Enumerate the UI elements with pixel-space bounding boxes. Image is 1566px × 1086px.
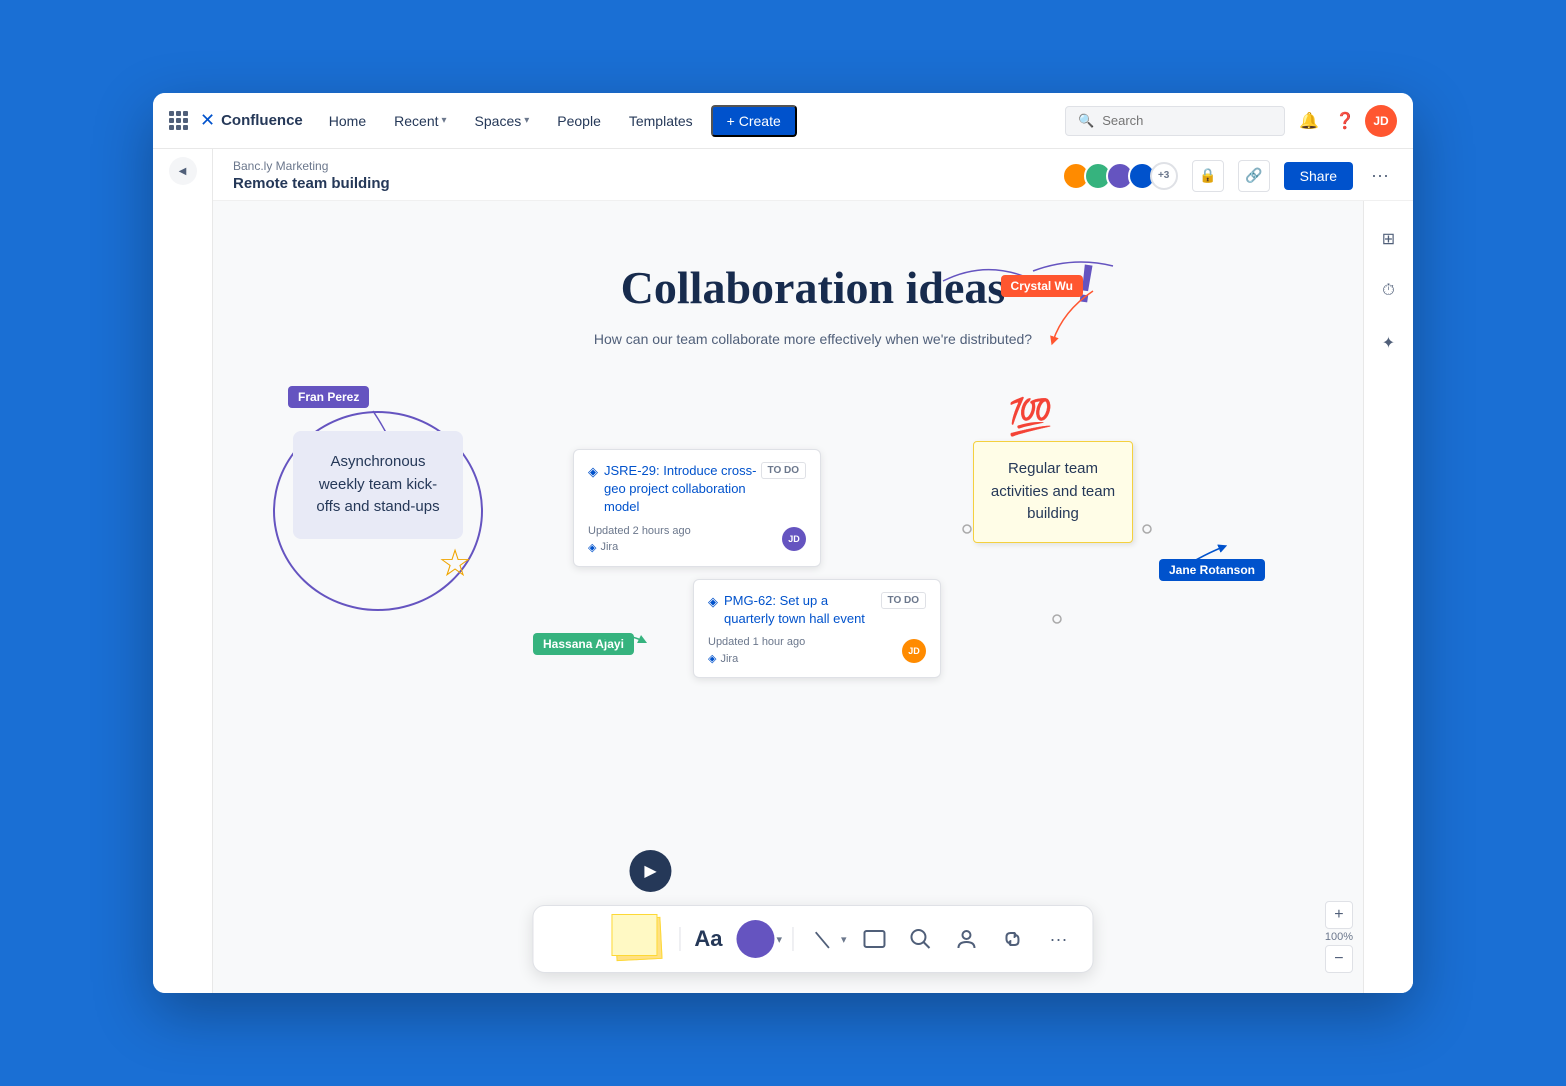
zoom-in-button[interactable]: +	[1325, 901, 1353, 929]
whiteboard-subtitle: How can our team collaborate more effect…	[594, 331, 1032, 347]
page-header: Banc.ly Marketing Remote team building +…	[213, 149, 1413, 201]
zoom-out-button[interactable]: −	[1325, 945, 1353, 973]
zoom-controls: + 100% −	[1325, 901, 1353, 973]
rectangle-icon	[864, 930, 886, 948]
text-tool[interactable]: Aa	[690, 921, 726, 957]
bottom-toolbar: ▶ Aa ▾	[532, 905, 1093, 973]
lock-icon-button[interactable]: 🔒	[1192, 160, 1224, 192]
confluence-logo-icon: ✕	[200, 110, 215, 131]
jira-source-icon-2: ◈	[708, 652, 716, 665]
color-circle[interactable]	[736, 920, 774, 958]
help-icon[interactable]: ❓	[1329, 105, 1361, 137]
nav-people[interactable]: People	[547, 107, 611, 135]
grid-menu-icon[interactable]	[169, 111, 188, 130]
jira-card-2[interactable]: ◈ PMG-62: Set up a quarterly town hall e…	[693, 579, 941, 678]
confluence-logo-text: Confluence	[221, 112, 303, 129]
star-decoration: ☆	[438, 541, 472, 586]
collab-extra-count: +3	[1150, 162, 1178, 190]
fran-perez-label: Fran Perez	[288, 386, 369, 408]
zoom-level-label: 100%	[1325, 931, 1353, 943]
jira-source-icon-1: ◈	[588, 541, 596, 554]
sidebar-toggle-button[interactable]: ◀	[169, 157, 197, 185]
shape-dropdown-arrow[interactable]: ▾	[776, 933, 782, 946]
right-sidebar: ⊞ ⏱ ✦	[1363, 201, 1413, 993]
toolbar-divider-2	[792, 927, 793, 951]
jira-card-1-avatar: JD	[782, 527, 806, 551]
jira-icon-2: ◈	[708, 593, 718, 628]
sparkle-icon-button[interactable]: ✦	[1371, 325, 1407, 361]
sticky-notes-tool[interactable]	[605, 914, 665, 964]
nav-icons-group: 🔔 ❓ JD	[1293, 105, 1397, 137]
rectangle-tool[interactable]	[857, 921, 893, 957]
timer-icon-button[interactable]: ⏱	[1371, 273, 1407, 309]
line-tool[interactable]: | ▾	[803, 921, 847, 957]
blue-sticky-note[interactable]: Asynchronous weekly team kick-offs and s…	[293, 431, 463, 539]
search-canvas-icon	[910, 928, 932, 950]
shape-fill-tool[interactable]: ▾	[736, 920, 782, 958]
whiteboard-title: Collaboration ideas	[621, 261, 1006, 314]
line-icon: |	[796, 914, 847, 965]
toolbar-divider-1	[679, 927, 680, 951]
jira-card-2-avatar: JD	[902, 639, 926, 663]
yellow-sticky-note[interactable]: Regular team activities and team buildin…	[973, 441, 1133, 543]
left-sidebar: ◀	[153, 149, 213, 993]
page-area: Banc.ly Marketing Remote team building +…	[213, 149, 1413, 993]
play-button[interactable]: ▶	[629, 850, 671, 892]
nav-templates[interactable]: Templates	[619, 107, 703, 135]
search-tool[interactable]	[903, 921, 939, 957]
app-window: ✕ Confluence Home Recent ▾ Spaces ▾ Peop…	[153, 93, 1413, 993]
create-button[interactable]: + Create	[711, 105, 797, 137]
collaborators-group: +3	[1062, 162, 1178, 190]
page-title: Remote team building	[233, 175, 390, 192]
table-icon-button[interactable]: ⊞	[1371, 221, 1407, 257]
nav-home[interactable]: Home	[319, 107, 376, 135]
breadcrumb-parent[interactable]: Banc.ly Marketing	[233, 159, 390, 173]
crystal-wu-label: Crystal Wu	[1001, 275, 1083, 297]
link-tool[interactable]	[995, 921, 1031, 957]
nav-recent[interactable]: Recent ▾	[384, 107, 456, 135]
content-area: ◀ Banc.ly Marketing Remote team building…	[153, 149, 1413, 993]
search-input[interactable]	[1102, 113, 1272, 128]
navbar: ✕ Confluence Home Recent ▾ Spaces ▾ Peop…	[153, 93, 1413, 149]
whiteboard-canvas[interactable]: Collaboration ideas ! How can our team c…	[213, 201, 1413, 993]
text-aa-label: Aa	[694, 926, 722, 952]
avatar-tool[interactable]	[949, 921, 985, 957]
jira-card-1[interactable]: ◈ JSRE-29: Introduce cross-geo project c…	[573, 449, 821, 567]
person-icon	[956, 928, 978, 950]
confluence-logo[interactable]: ✕ Confluence	[200, 110, 303, 131]
more-options-button[interactable]: ···	[1367, 161, 1393, 190]
jira-icon-1: ◈	[588, 463, 598, 517]
user-avatar-nav[interactable]: JD	[1365, 105, 1397, 137]
more-tools-button[interactable]: ···	[1041, 921, 1077, 957]
spaces-dropdown-icon: ▾	[524, 115, 529, 126]
link-canvas-icon	[1002, 928, 1024, 950]
hundred-emoji: 💯	[1008, 396, 1053, 438]
nav-spaces[interactable]: Spaces ▾	[465, 107, 540, 135]
search-box[interactable]: 🔍	[1065, 106, 1285, 136]
hassana-label: Hassana Ajayi	[533, 633, 634, 655]
jane-label: Jane Rotanson	[1159, 559, 1265, 581]
link-icon-button[interactable]: 🔗	[1238, 160, 1270, 192]
notifications-icon[interactable]: 🔔	[1293, 105, 1325, 137]
share-button[interactable]: Share	[1284, 162, 1353, 190]
search-icon: 🔍	[1078, 113, 1094, 129]
recent-dropdown-icon: ▾	[442, 115, 447, 126]
